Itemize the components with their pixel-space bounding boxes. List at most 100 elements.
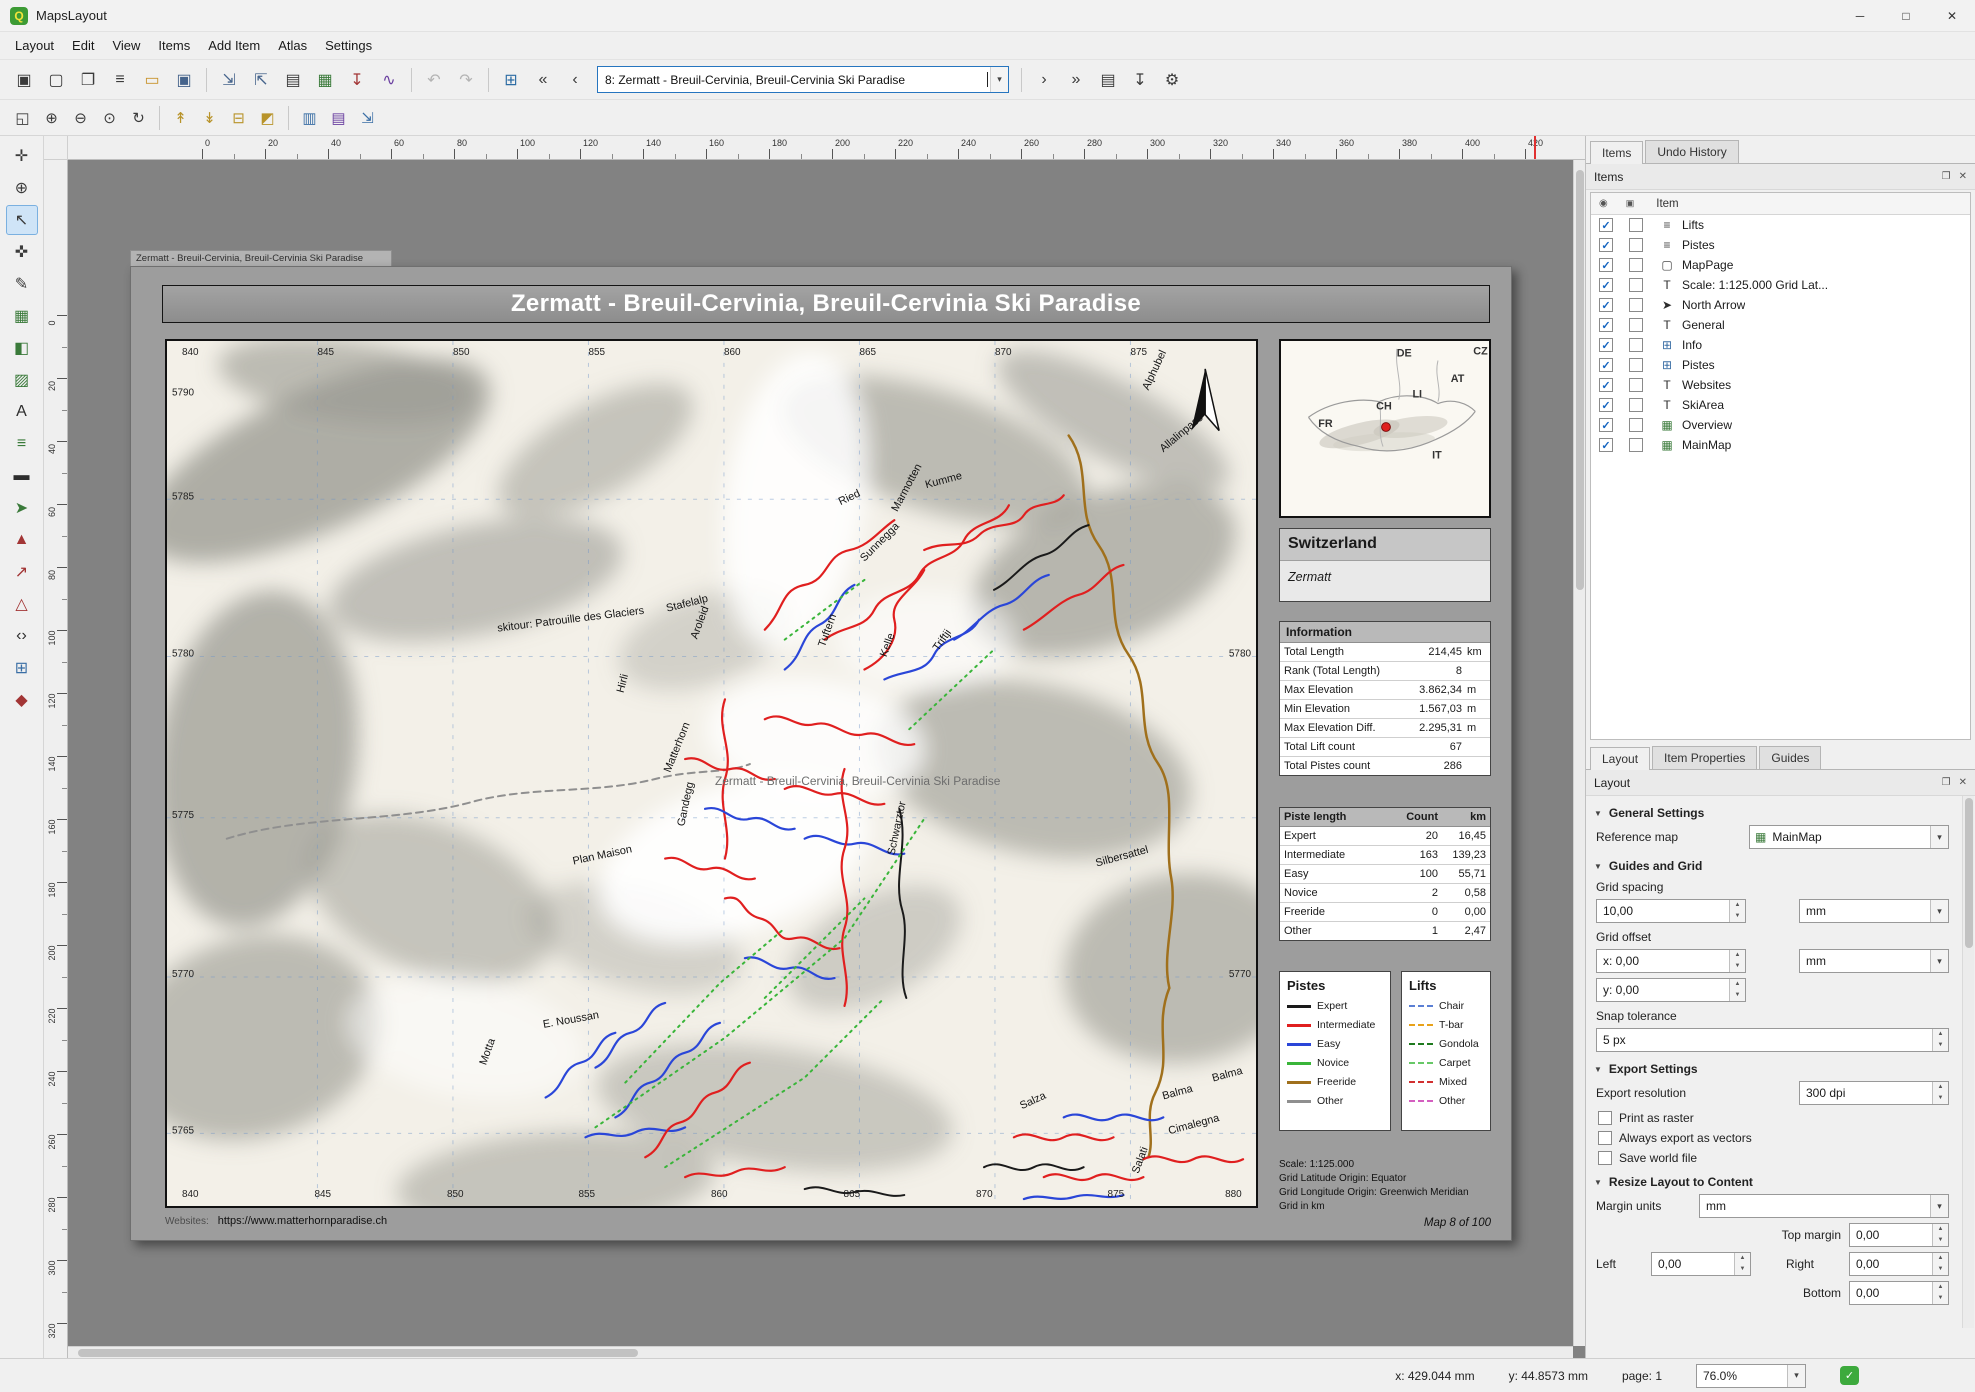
add-marker-tool[interactable]: ◆ [6,685,38,715]
item-lock-checkbox[interactable] [1629,358,1643,372]
region-info-box[interactable]: Switzerland Zermatt [1279,528,1491,602]
legend-lifts[interactable]: Lifts ChairT-barGondolaCarpetMixedOther [1401,971,1491,1131]
menu-items[interactable]: Items [149,34,199,57]
item-row-mappage[interactable]: ✓▢MapPage [1591,255,1970,275]
layout-canvas[interactable]: Zermatt - Breuil-Cervinia, Breuil-Cervin… [68,160,1585,1358]
maximize-button[interactable]: □ [1883,0,1929,31]
layout-manager-button[interactable]: ≡ [105,65,135,95]
close-panel-icon[interactable]: ✕ [1959,171,1967,182]
stepper-icons[interactable]: ▲▼ [1932,1082,1948,1104]
zoom-tool[interactable]: ⊕ [6,173,38,203]
menu-edit[interactable]: Edit [63,34,103,57]
item-lock-checkbox[interactable] [1629,278,1643,292]
information-table[interactable]: Information Total Length214,45kmRank (To… [1279,621,1491,776]
zoom-in-button[interactable]: ⊕ [38,104,65,131]
item-visibility-checkbox[interactable]: ✓ [1599,438,1613,452]
item-row-north-arrow[interactable]: ✓➤North Arrow [1591,295,1970,315]
add-shape-tool[interactable]: ▲ [6,525,38,555]
chevron-down-icon[interactable]: ▾ [990,67,1008,92]
add-scalebar-tool[interactable]: ▬ [6,461,38,491]
chevron-down-icon[interactable]: ▾ [1930,900,1948,922]
item-row-lifts[interactable]: ✓≡Lifts [1591,215,1970,235]
item-row-scale-1-125-000-grid-lat[interactable]: ✓TScale: 1:125.000 Grid Lat... [1591,275,1970,295]
chevron-down-icon[interactable]: ▾ [1930,950,1948,972]
item-row-websites[interactable]: ✓TWebsites [1591,375,1970,395]
print-as-raster-checkbox[interactable] [1598,1111,1612,1125]
canvas-horizontal-scrollbar[interactable] [68,1346,1573,1358]
refresh-view-button[interactable]: ↻ [125,104,152,131]
add-node-item-tool[interactable]: △ [6,589,38,619]
item-lock-checkbox[interactable] [1629,218,1643,232]
atlas-next-button[interactable]: › [1029,65,1059,95]
item-row-general[interactable]: ✓TGeneral [1591,315,1970,335]
grid-spacing-input[interactable]: 10,00▲▼ [1596,899,1746,923]
left-margin-input[interactable]: 0,00▲▼ [1651,1252,1751,1276]
atlas-print-button[interactable]: ▤ [1093,65,1123,95]
tab-item-properties[interactable]: Item Properties [1652,746,1757,769]
add-label-tool[interactable]: A [6,397,38,427]
atlas-feature-combo[interactable]: 8: Zermatt - Breuil-Cervinia, Breuil-Cer… [597,66,1009,93]
tab-undo-history[interactable]: Undo History [1645,140,1738,163]
item-lock-checkbox[interactable] [1629,258,1643,272]
item-lock-checkbox[interactable] [1629,318,1643,332]
section-guides-grid[interactable]: ▼Guides and Grid [1594,859,1951,873]
zoom-full-button[interactable]: ◱ [9,104,36,131]
stepper-icons[interactable]: ▲▼ [1729,900,1745,922]
align-items-button[interactable]: ▥ [296,104,323,131]
item-row-info[interactable]: ✓⊞Info [1591,335,1970,355]
item-row-pistes[interactable]: ✓≡Pistes [1591,235,1970,255]
add-arrow-tool[interactable]: ↗ [6,557,38,587]
raise-items-button[interactable]: ↟ [167,104,194,131]
item-visibility-checkbox[interactable]: ✓ [1599,318,1613,332]
item-row-overview[interactable]: ✓▦Overview [1591,415,1970,435]
grid-offset-y-input[interactable]: y: 0,00▲▼ [1596,978,1746,1002]
distribute-items-button[interactable]: ▤ [325,104,352,131]
piste-length-table[interactable]: Piste length Count km Expert2016,45Inter… [1279,807,1491,941]
atlas-last-button[interactable]: » [1061,65,1091,95]
tab-guides[interactable]: Guides [1759,746,1821,769]
print-button[interactable]: ▤ [278,65,308,95]
scrollbar-thumb[interactable] [1965,798,1973,948]
item-row-mainmap[interactable]: ✓▦MainMap [1591,435,1970,455]
redo-button[interactable]: ↷ [451,65,481,95]
export-image-button[interactable]: ▦ [310,65,340,95]
item-lock-checkbox[interactable] [1629,238,1643,252]
item-visibility-checkbox[interactable]: ✓ [1599,298,1613,312]
bottom-margin-input[interactable]: 0,00▲▼ [1849,1281,1949,1305]
item-visibility-checkbox[interactable]: ✓ [1599,378,1613,392]
scrollbar-thumb[interactable] [78,1349,638,1357]
item-lock-checkbox[interactable] [1629,298,1643,312]
stepper-icons[interactable]: ▲▼ [1932,1029,1948,1051]
chevron-down-icon[interactable]: ▾ [1930,1195,1948,1217]
item-lock-checkbox[interactable] [1629,398,1643,412]
add-3d-map-tool[interactable]: ◧ [6,333,38,363]
add-html-tool[interactable]: ‹› [6,621,38,651]
open-folder-button[interactable]: ▭ [137,65,167,95]
export-svg-button[interactable]: ∿ [374,65,404,95]
stepper-icons[interactable]: ▲▼ [1729,979,1745,1001]
margin-units-combo[interactable]: mm▾ [1699,1194,1949,1218]
grid-offset-unit-combo[interactable]: mm▾ [1799,949,1949,973]
chevron-down-icon[interactable]: ▾ [1787,1365,1805,1387]
legend-pistes[interactable]: Pistes ExpertIntermediateEasyNoviceFreer… [1279,971,1391,1131]
item-lock-checkbox[interactable] [1629,418,1643,432]
menu-atlas[interactable]: Atlas [269,34,316,57]
undo-button[interactable]: ↶ [419,65,449,95]
item-lock-checkbox[interactable] [1629,338,1643,352]
item-lock-checkbox[interactable] [1629,438,1643,452]
add-picture-tool[interactable]: ▨ [6,365,38,395]
zoom-out-button[interactable]: ⊖ [67,104,94,131]
group-items-button[interactable]: ⊟ [225,104,252,131]
item-row-skiarea[interactable]: ✓TSkiArea [1591,395,1970,415]
menu-add-item[interactable]: Add Item [199,34,269,57]
grid-offset-x-input[interactable]: x: 0,00▲▼ [1596,949,1746,973]
select-move-item-tool[interactable]: ↖ [6,205,38,235]
export-resolution-input[interactable]: 300 dpi▲▼ [1799,1081,1949,1105]
import-template-button[interactable]: ⇲ [214,65,244,95]
atlas-first-button[interactable]: « [528,65,558,95]
close-panel-icon[interactable]: ✕ [1959,777,1967,788]
float-panel-icon[interactable]: ❐ [1942,777,1951,788]
websites-line[interactable]: Websites: https://www.matterhornparadise… [165,1215,387,1227]
item-visibility-checkbox[interactable]: ✓ [1599,358,1613,372]
new-layout-button[interactable]: ▢ [41,65,71,95]
